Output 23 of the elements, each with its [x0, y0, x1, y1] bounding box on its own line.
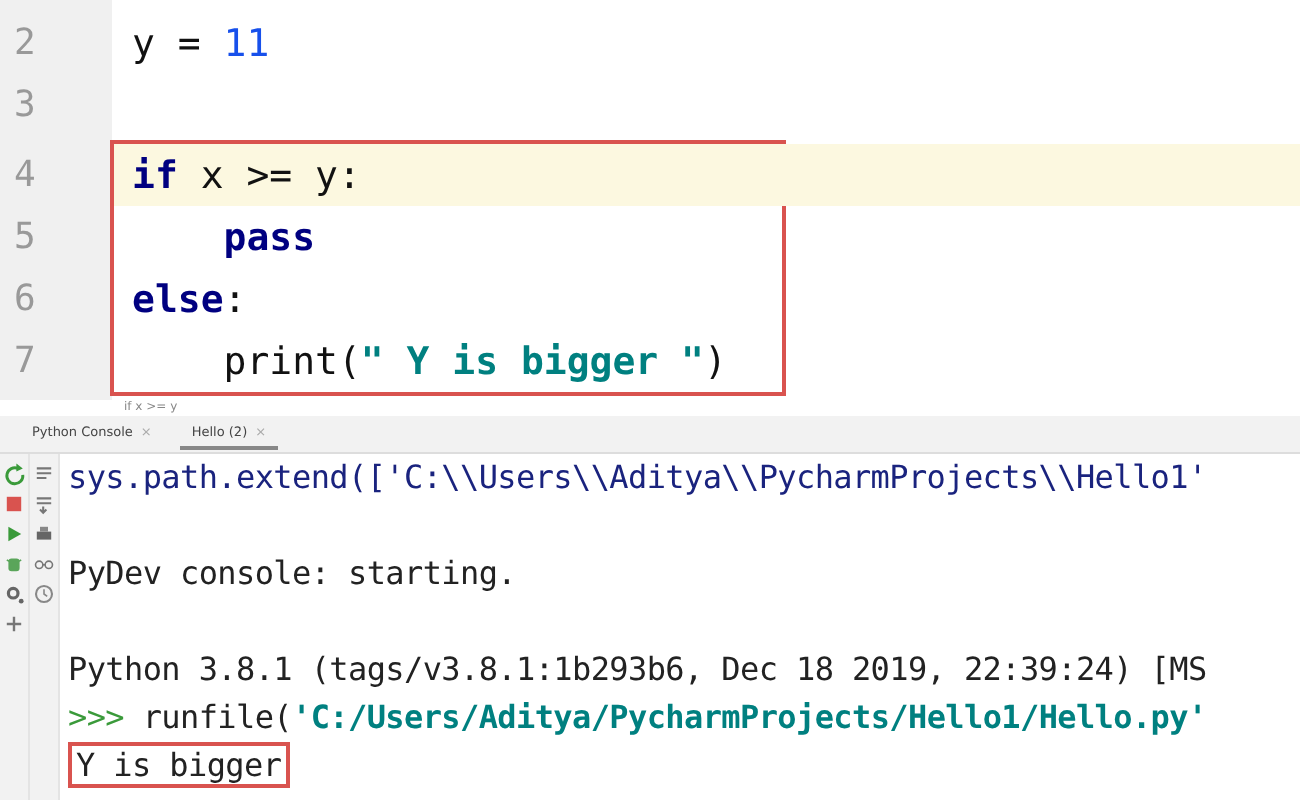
plus-icon[interactable] — [2, 612, 26, 636]
code-line: y = 11 — [132, 21, 270, 65]
console-output: Y is bigger — [68, 742, 290, 788]
console-line: Python 3.8.1 (tags/v3.8.1:1b293b6, Dec 18 2019, 22:39:24) [MS — [68, 650, 1207, 688]
line-number: 3 — [14, 84, 36, 126]
clock-icon[interactable] — [32, 582, 56, 606]
rerun-icon[interactable] — [2, 462, 26, 486]
line-number: 2 — [14, 22, 36, 64]
line-number: 4 — [14, 154, 36, 196]
line-number: 7 — [14, 340, 36, 382]
stop-icon[interactable] — [2, 492, 26, 516]
console-line: >>> runfile('C:/Users/Aditya/PycharmProjects/Hello1/Hello.py' — [68, 698, 1207, 736]
code-line: print(" Y is bigger ") — [223, 339, 727, 383]
console-line: sys.path.extend(['C:\\Users\\Aditya\\PycharmProjects\\Hello1' — [68, 458, 1207, 496]
line-number: 5 — [14, 216, 36, 258]
code-line: else: — [132, 277, 247, 321]
line-number: 6 — [14, 278, 36, 320]
run-icon[interactable] — [2, 522, 26, 546]
code-line: pass — [223, 215, 316, 259]
console-line: PyDev console: starting. — [68, 554, 516, 592]
print-icon[interactable] — [32, 522, 56, 546]
code-line: if x >= y: — [132, 153, 361, 197]
scroll-to-end-icon[interactable] — [32, 492, 56, 516]
